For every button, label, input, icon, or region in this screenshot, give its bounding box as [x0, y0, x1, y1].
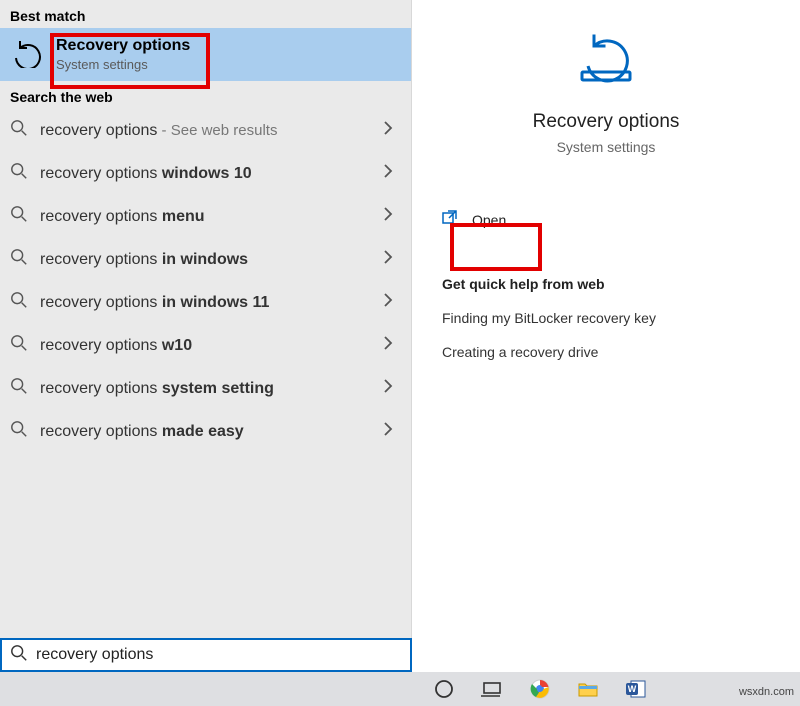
help-link[interactable]: Creating a recovery drive	[442, 344, 770, 360]
web-result-text: recovery options in windows	[40, 251, 371, 269]
best-match-header: Best match	[0, 0, 411, 28]
help-link[interactable]: Finding my BitLocker recovery key	[442, 310, 770, 326]
open-external-icon	[442, 209, 458, 230]
search-results-panel: Best match Recovery options System setti…	[0, 0, 412, 672]
web-result-item[interactable]: recovery options windows 10	[0, 152, 411, 195]
recovery-settings-icon	[12, 36, 44, 73]
web-result-item[interactable]: recovery options menu	[0, 195, 411, 238]
web-result-text: recovery options made easy	[40, 423, 371, 441]
search-icon	[10, 377, 28, 400]
task-view-icon[interactable]	[468, 672, 516, 706]
web-result-text: recovery options - See web results	[40, 122, 371, 140]
taskbar: W	[0, 672, 800, 706]
web-result-item[interactable]: recovery options system setting	[0, 367, 411, 410]
best-match-title: Recovery options	[56, 37, 190, 55]
web-result-item[interactable]: recovery options w10	[0, 324, 411, 367]
search-icon	[10, 162, 28, 185]
open-button[interactable]: Open	[412, 197, 800, 242]
web-result-text: recovery options in windows 11	[40, 294, 371, 312]
web-results-list: recovery options - See web results recove…	[0, 109, 411, 453]
hero-title: Recovery options	[533, 111, 680, 133]
cortana-icon[interactable]	[420, 672, 468, 706]
open-label: Open	[472, 212, 506, 228]
details-panel: Recovery options System settings Open Ge…	[412, 0, 800, 672]
word-icon[interactable]: W	[612, 672, 660, 706]
chevron-right-icon	[383, 293, 393, 312]
chevron-right-icon	[383, 379, 393, 398]
web-result-text: recovery options w10	[40, 337, 371, 355]
web-result-text: recovery options system setting	[40, 380, 371, 398]
chrome-icon[interactable]	[516, 672, 564, 706]
web-result-text: recovery options windows 10	[40, 165, 371, 183]
web-result-item[interactable]: recovery options in windows 11	[0, 281, 411, 324]
web-result-item[interactable]: recovery options made easy	[0, 410, 411, 453]
chevron-right-icon	[383, 207, 393, 226]
file-explorer-icon[interactable]	[564, 672, 612, 706]
help-header: Get quick help from web	[442, 276, 770, 292]
best-match-item[interactable]: Recovery options System settings	[0, 28, 411, 81]
search-input[interactable]	[36, 646, 402, 664]
search-icon	[10, 119, 28, 142]
web-result-text: recovery options menu	[40, 208, 371, 226]
search-web-header: Search the web	[0, 81, 411, 109]
hero: Recovery options System settings	[533, 28, 680, 155]
chevron-right-icon	[383, 336, 393, 355]
web-result-item[interactable]: recovery options in windows	[0, 238, 411, 281]
web-result-item[interactable]: recovery options - See web results	[0, 109, 411, 152]
chevron-right-icon	[383, 422, 393, 441]
chevron-right-icon	[383, 121, 393, 140]
watermark: wsxdn.com	[739, 686, 794, 698]
search-icon	[10, 644, 28, 667]
search-box[interactable]	[0, 638, 412, 672]
svg-text:W: W	[628, 684, 637, 694]
chevron-right-icon	[383, 164, 393, 183]
chevron-right-icon	[383, 250, 393, 269]
hero-subtitle: System settings	[557, 139, 656, 155]
best-match-text: Recovery options System settings	[56, 37, 190, 72]
search-icon	[10, 291, 28, 314]
best-match-subtitle: System settings	[56, 57, 190, 72]
help-block: Get quick help from web Finding my BitLo…	[412, 276, 800, 378]
search-icon	[10, 334, 28, 357]
search-icon	[10, 205, 28, 228]
recovery-hero-icon	[576, 28, 636, 89]
search-icon	[10, 420, 28, 443]
search-icon	[10, 248, 28, 271]
